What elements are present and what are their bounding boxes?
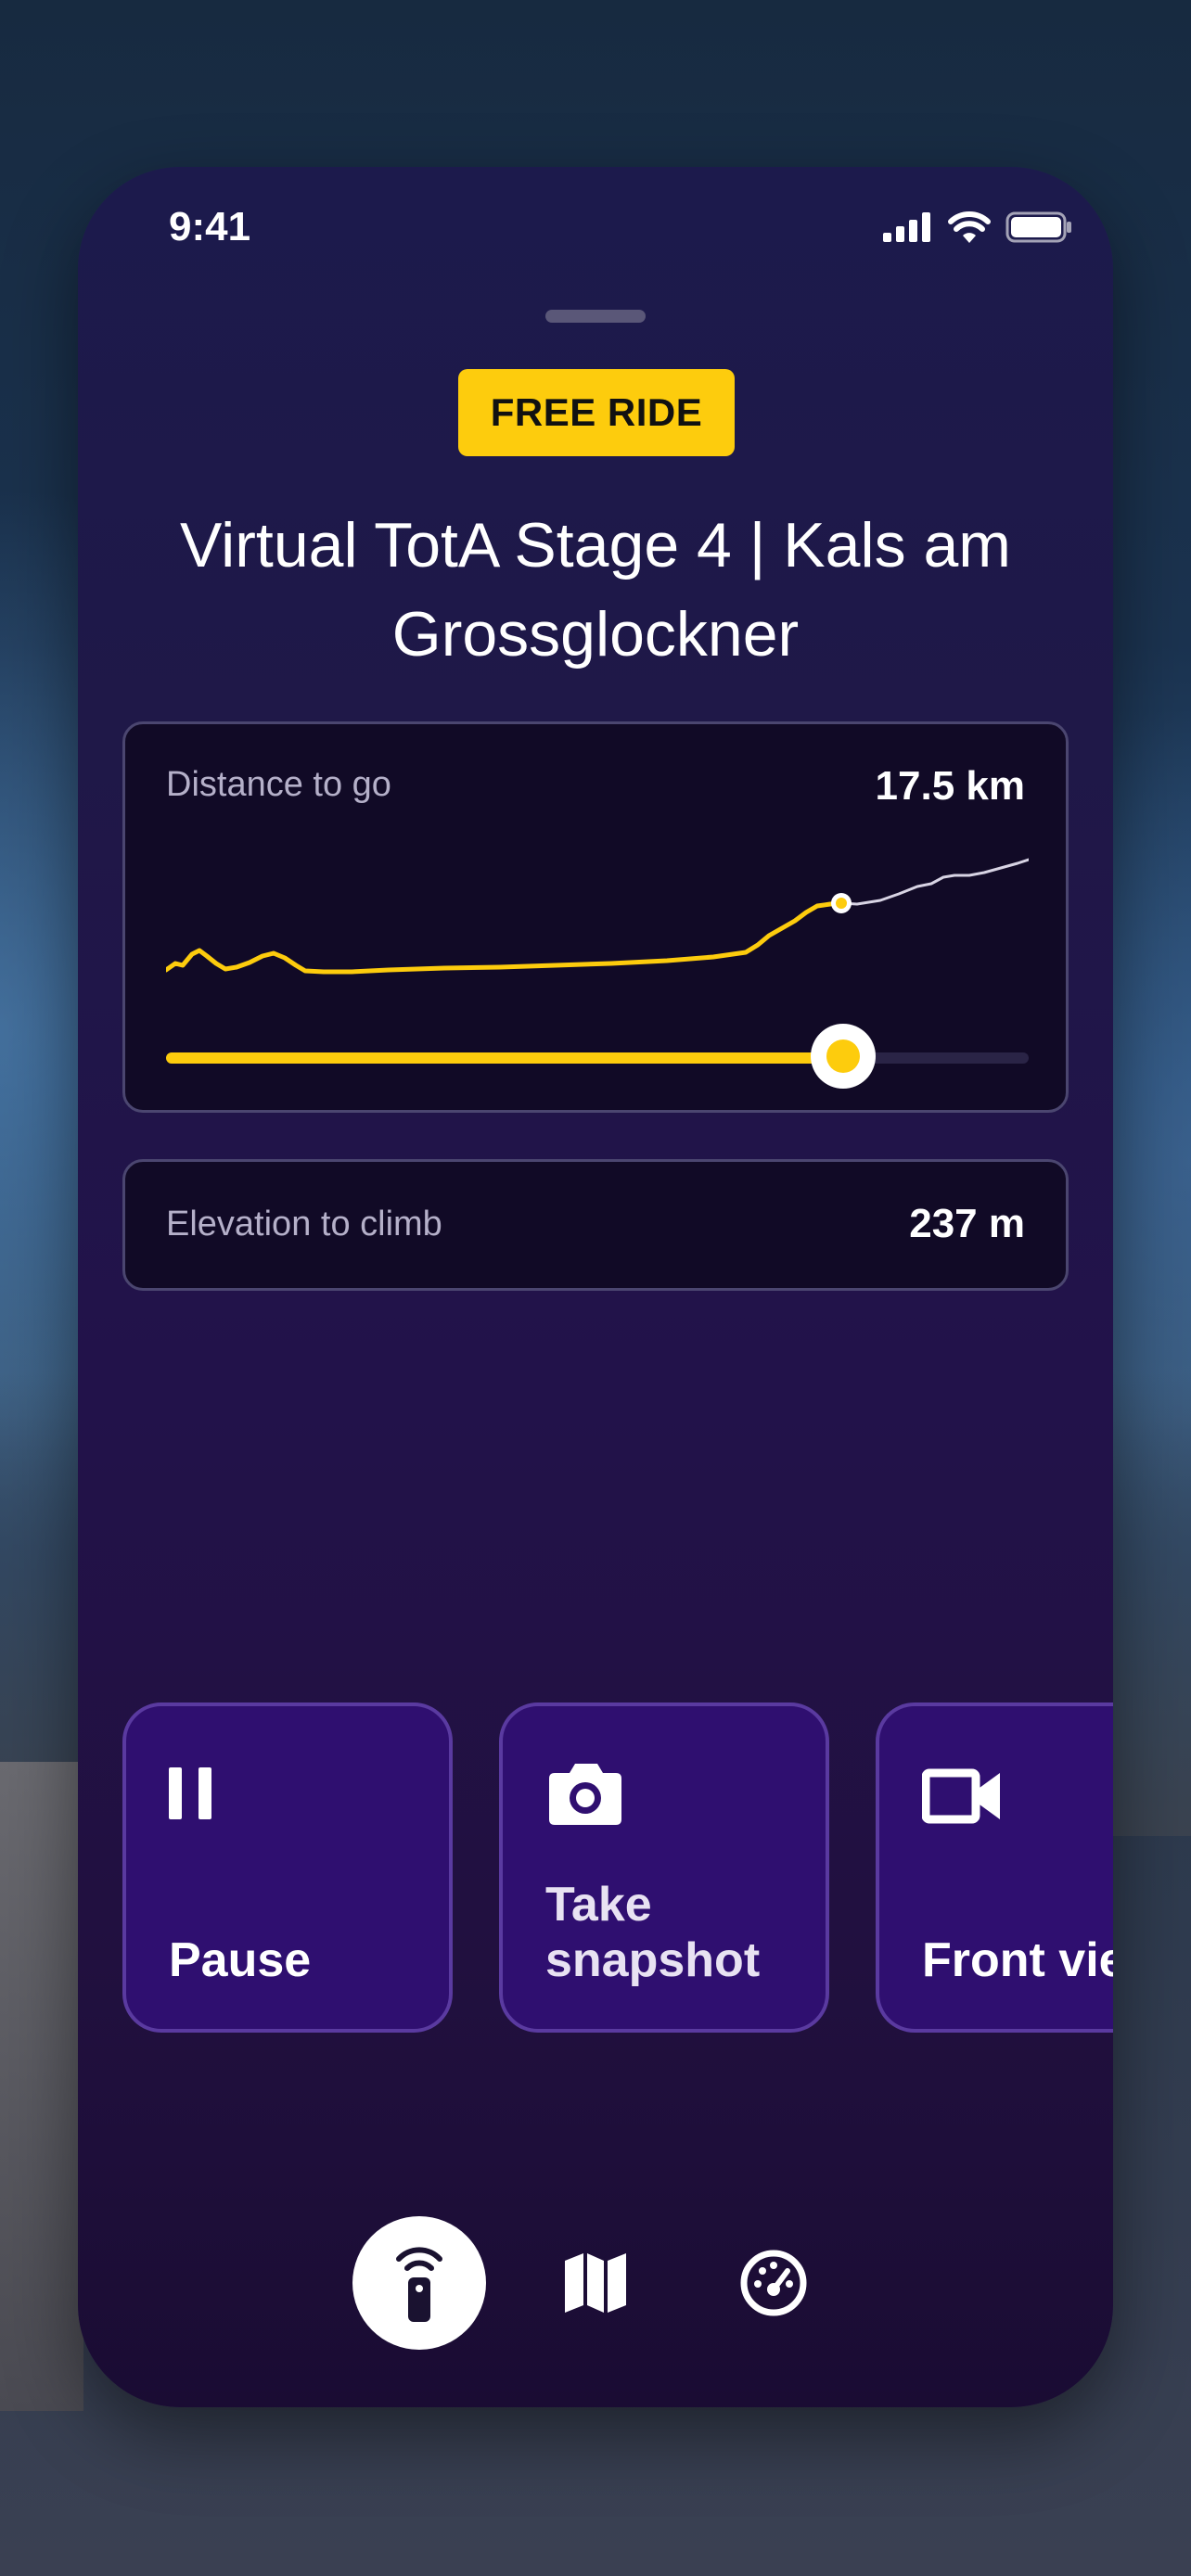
- speedometer-icon: [740, 2250, 807, 2316]
- sheet-grabber[interactable]: [545, 310, 646, 323]
- pause-label: Pause: [169, 1933, 312, 1987]
- distance-value: 17.5 km: [875, 763, 1025, 809]
- ride-title: Virtual TotA Stage 4 | Kals am Grossgloc…: [180, 510, 1011, 670]
- elevation-card: Elevation to climb 237 m: [122, 1159, 1069, 1291]
- slider-thumb[interactable]: [811, 1024, 877, 1089]
- front-view-label: Front vie: [922, 1933, 1113, 1987]
- pause-icon: [169, 1767, 211, 1819]
- cellular-signal-icon: [883, 212, 930, 242]
- profile-completed-line: [166, 900, 844, 975]
- take-snapshot-label: Take snapshot: [545, 1878, 761, 1987]
- mode-badge: FREE RIDE: [458, 369, 735, 456]
- distance-label: Distance to go: [166, 765, 391, 804]
- phone-screen: 9:41 FREE RIDE Virtual TotA Stage 4 | Ka…: [78, 167, 1113, 2407]
- take-snapshot-button[interactable]: Take snapshot: [499, 1702, 829, 2033]
- camera-icon: [549, 1764, 621, 1825]
- distance-progress-slider[interactable]: [166, 1021, 1029, 1095]
- front-view-button[interactable]: Front vie: [876, 1702, 1113, 2033]
- map-icon: [565, 2253, 626, 2313]
- remote-control-icon: [396, 2247, 442, 2322]
- nav-dashboard-tab[interactable]: [707, 2216, 840, 2350]
- elevation-label: Elevation to climb: [166, 1205, 442, 1243]
- battery-icon: [1005, 211, 1071, 243]
- bottom-navigation: [78, 2216, 1113, 2350]
- wifi-icon: [948, 211, 991, 243]
- nav-remote-tab[interactable]: [352, 2216, 486, 2350]
- background-road: [0, 1762, 83, 2411]
- elevation-profile-chart: [166, 858, 1029, 975]
- elevation-value: 237 m: [909, 1201, 1025, 1246]
- status-icons: [883, 211, 1072, 243]
- video-camera-icon: [922, 1768, 1000, 1824]
- profile-remaining-line: [839, 858, 1029, 906]
- distance-card: Distance to go 17.5 km: [122, 721, 1069, 1113]
- pause-button[interactable]: Pause: [122, 1702, 453, 2033]
- slider-fill: [166, 1052, 844, 1064]
- nav-map-tab[interactable]: [529, 2216, 662, 2350]
- status-time: 9:41: [169, 204, 251, 249]
